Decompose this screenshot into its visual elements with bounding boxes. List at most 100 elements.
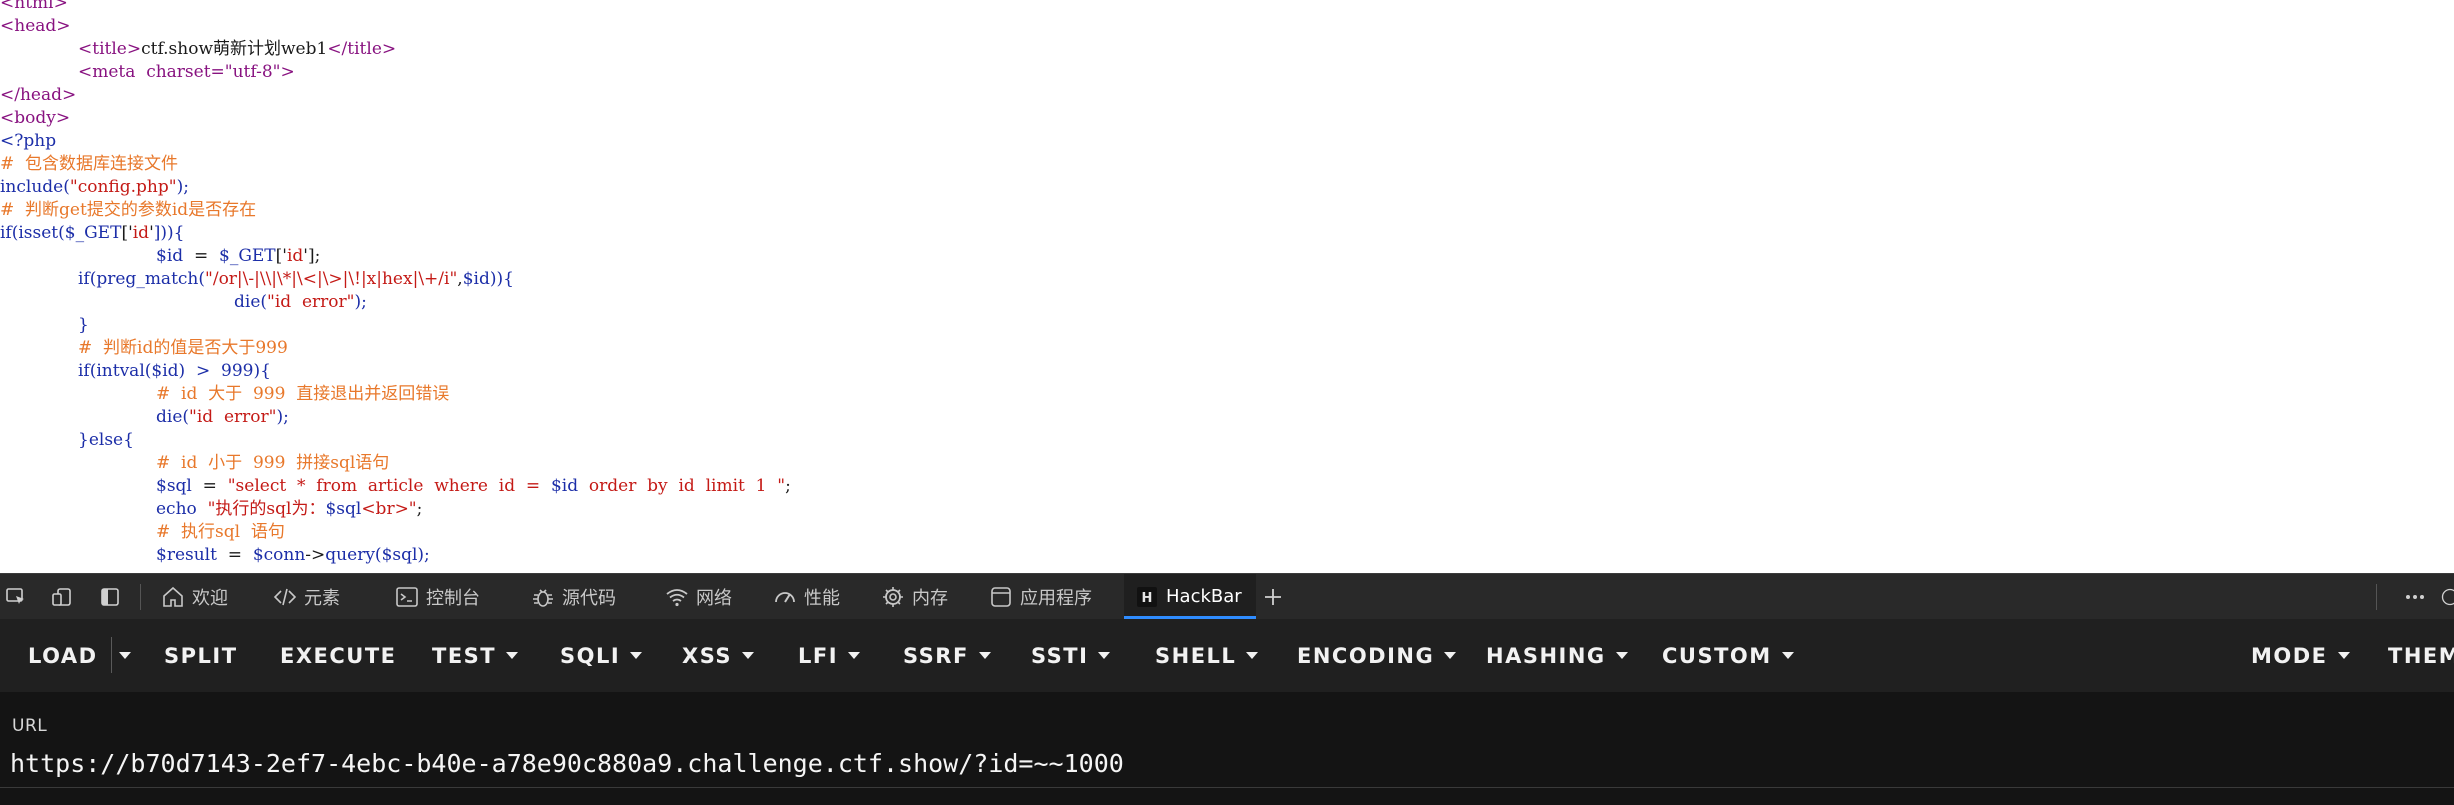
source-code-line: <title>ctf.show萌新计划web1</title>	[78, 38, 396, 61]
code-token: ) > 999){	[178, 361, 271, 381]
ssrf-menu-button[interactable]: SSRF	[903, 619, 991, 692]
code-token: ->	[305, 545, 326, 565]
tab-performance[interactable]: 性能	[772, 574, 840, 619]
code-token: if(intval(	[78, 361, 152, 381]
wifi-icon	[664, 584, 690, 610]
code-token: $conn	[252, 545, 306, 565]
test-menu-button[interactable]: TEST	[432, 619, 519, 692]
gauge-icon	[772, 584, 798, 610]
code-token: # id 大于 999 直接退出并返回错误	[156, 384, 450, 404]
tab-elements[interactable]: 元素	[272, 574, 340, 619]
chevron-down-icon	[1781, 652, 1794, 659]
hashing-menu-button[interactable]: HASHING	[1486, 619, 1628, 692]
source-code-line: if(isset($_GET['id'])){	[0, 222, 184, 245]
console-icon	[394, 584, 420, 610]
tab-memory[interactable]: 内存	[880, 574, 948, 619]
code-token: ])){	[153, 223, 185, 243]
toolbar-divider	[2376, 584, 2377, 610]
source-code-line: }	[78, 314, 89, 337]
svg-text:H: H	[1142, 591, 1153, 606]
tab-welcome[interactable]: 欢迎	[160, 574, 228, 619]
tab-hackbar-label: HackBar	[1166, 586, 1242, 607]
code-token: $id	[462, 269, 490, 289]
source-code-line: }else{	[78, 429, 134, 452]
tab-memory-label: 内存	[912, 587, 948, 609]
chevron-down-icon	[742, 652, 754, 659]
code-token: );	[176, 177, 189, 197]
source-code-line: </head>	[0, 84, 76, 107]
tab-performance-label: 性能	[804, 587, 840, 609]
tab-console[interactable]: 控制台	[394, 574, 480, 619]
inspect-element-icon[interactable]	[2, 574, 30, 619]
ssti-menu-button[interactable]: SSTI	[1031, 619, 1111, 692]
url-input[interactable]: https://b70d7143-2ef7-4ebc-b40e-a78e90c8…	[10, 744, 2450, 784]
code-token: "/or|\-|\\|\*|\<|\>|\!|x|hex|\+/i"	[205, 269, 458, 289]
chevron-down-icon	[978, 652, 991, 659]
code-token: $_GET	[219, 246, 276, 266]
chevron-down-icon	[2337, 652, 2350, 659]
sqli-label: SQLI	[560, 643, 621, 668]
code-token: $id	[550, 476, 579, 496]
code-token: "id error"	[267, 292, 355, 312]
custom-menu-button[interactable]: CUSTOM	[1662, 619, 1794, 692]
code-token: # 包含数据库连接文件	[0, 154, 179, 174]
source-code-line: $sql = "select * from article where id =…	[156, 475, 791, 498]
execute-label: EXECUTE	[280, 643, 397, 668]
load-dropdown-button[interactable]	[119, 619, 131, 692]
chevron-down-icon	[1615, 652, 1628, 659]
tab-network[interactable]: 网络	[664, 574, 732, 619]
more-options-icon[interactable]	[2398, 574, 2432, 619]
dock-sidebar-icon[interactable]	[96, 574, 124, 619]
code-token: );	[354, 292, 367, 312]
mode-menu-button[interactable]: MODE	[2251, 619, 2350, 692]
code-icon	[272, 584, 298, 610]
source-code-line: # id 大于 999 直接退出并返回错误	[156, 383, 449, 406]
xss-menu-button[interactable]: XSS	[682, 619, 754, 692]
code-token: );	[417, 545, 430, 565]
encoding-menu-button[interactable]: ENCODING	[1297, 619, 1457, 692]
shell-label: SHELL	[1155, 643, 1237, 668]
code-token: ['	[121, 223, 133, 243]
tab-sources[interactable]: 源代码	[530, 574, 616, 619]
tab-application[interactable]: 应用程序	[988, 574, 1092, 619]
source-code-line: # 包含数据库连接文件	[0, 153, 178, 176]
custom-label: CUSTOM	[1662, 643, 1772, 668]
theme-menu-button[interactable]: THEM	[2388, 619, 2454, 692]
tab-hackbar[interactable]: H HackBar	[1124, 574, 1256, 619]
add-tab-icon[interactable]	[1258, 574, 1288, 619]
shell-menu-button[interactable]: SHELL	[1155, 619, 1259, 692]
url-label: URL	[12, 716, 48, 736]
source-code-line: if(intval($id) > 999){	[78, 360, 271, 383]
split-button[interactable]: SPLIT	[164, 619, 238, 692]
source-code-line: <html>	[0, 0, 68, 15]
hashing-label: HASHING	[1486, 643, 1606, 668]
load-button[interactable]: LOAD	[28, 619, 98, 692]
code-token: }	[78, 315, 89, 335]
chevron-down-icon	[119, 652, 131, 659]
code-token: <body>	[0, 108, 71, 128]
page-source-view: <html> <head> <title>ctf.show萌新计划web1</tit…	[0, 0, 2454, 573]
code-token: die(	[234, 292, 268, 312]
code-token: "id error"	[189, 407, 277, 427]
code-token: id	[132, 223, 150, 243]
chip-icon	[880, 584, 906, 610]
code-token: =	[216, 545, 253, 565]
ssrf-label: SSRF	[903, 643, 969, 668]
code-token: # 执行sql 语句	[156, 522, 285, 542]
code-token: # id 小于 999 拼接sql语句	[156, 453, 390, 473]
lfi-menu-button[interactable]: LFI	[798, 619, 861, 692]
code-token: # 判断get提交的参数id是否存在	[0, 200, 257, 220]
tab-elements-label: 元素	[304, 587, 340, 609]
execute-button[interactable]: EXECUTE	[280, 619, 397, 692]
toolbar-divider	[140, 584, 141, 610]
code-token: }else{	[78, 430, 134, 450]
encoding-label: ENCODING	[1297, 643, 1435, 668]
tab-console-label: 控制台	[426, 587, 480, 609]
sqli-menu-button[interactable]: SQLI	[560, 619, 643, 692]
device-emulation-icon[interactable]	[48, 574, 76, 619]
devtools-tab-bar: 欢迎 元素 控制台 源代码 网络 性能 内存 应用程序 H HackBar	[0, 573, 2454, 619]
theme-label: THEM	[2388, 643, 2454, 668]
chevron-down-icon	[506, 652, 519, 659]
code-token: =	[191, 476, 228, 496]
help-icon[interactable]	[2440, 574, 2454, 619]
